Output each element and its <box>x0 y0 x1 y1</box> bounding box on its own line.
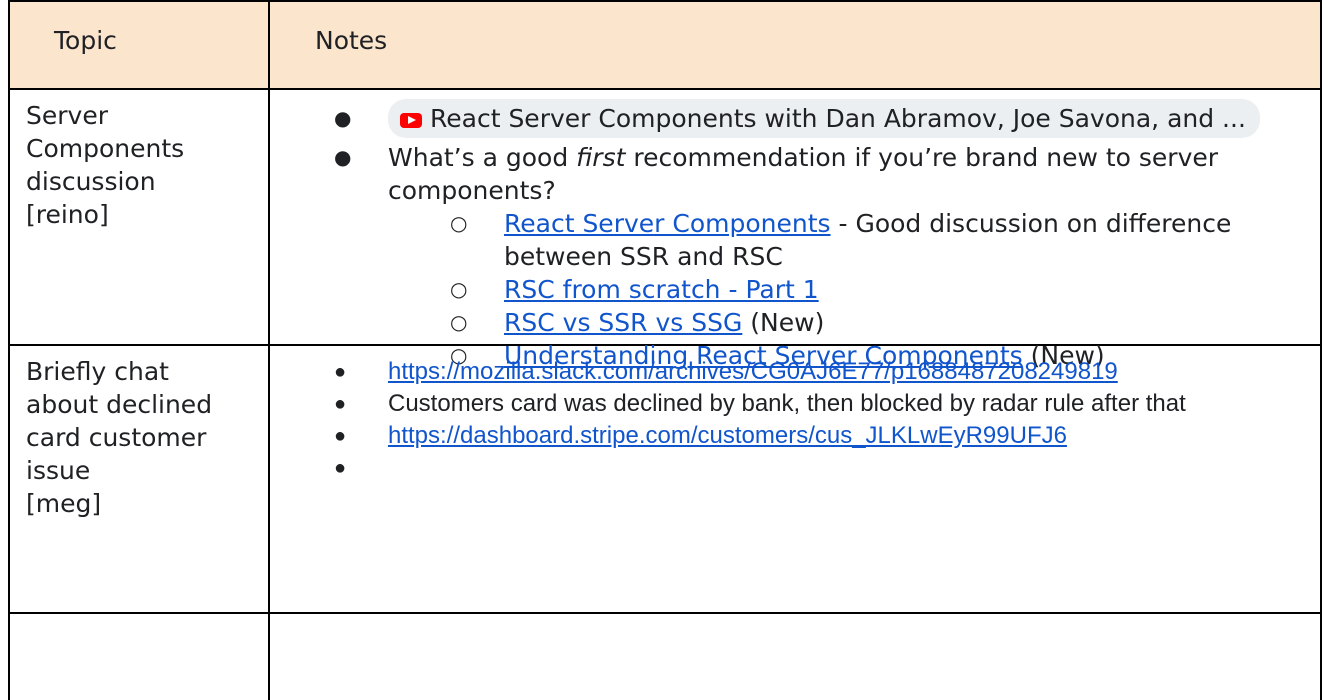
header-notes: Notes <box>315 26 388 55</box>
notes-list: React Server Components with Dan Abramov… <box>330 99 1310 372</box>
link-react-server-components[interactable]: React Server Components <box>504 209 831 238</box>
list-item: https://dashboard.stripe.com/customers/c… <box>330 420 1310 452</box>
notes-list: https://mozilla.slack.com/archives/CG0AJ… <box>330 356 1310 484</box>
header-topic: Topic <box>54 26 117 55</box>
link-rsc-from-scratch[interactable]: RSC from scratch - Part 1 <box>504 275 819 304</box>
row-notes: React Server Components with Dan Abramov… <box>330 99 1310 372</box>
table-divider <box>8 612 1322 614</box>
youtube-smart-chip[interactable]: React Server Components with Dan Abramov… <box>388 99 1260 138</box>
list-item[interactable] <box>330 452 1310 484</box>
list-item: RSC vs SSR vs SSG (New) <box>446 306 1310 339</box>
row-topic: Briefly chat about declined card custome… <box>26 357 213 518</box>
list-item: React Server Components - Good discussio… <box>446 207 1310 273</box>
row-topic: Server Components discussion [reino] <box>26 101 185 229</box>
slack-link[interactable]: https://mozilla.slack.com/archives/CG0AJ… <box>388 358 1118 385</box>
table-border-right <box>1320 0 1322 700</box>
resource-list: React Server Components - Good discussio… <box>446 207 1310 372</box>
table-border-top <box>8 0 1322 2</box>
list-item: What’s a good first recommendation if yo… <box>330 141 1310 372</box>
list-item: Customers card was declined by bank, the… <box>330 388 1310 420</box>
list-item: RSC from scratch - Part 1 <box>446 273 1310 306</box>
table-border-left <box>8 0 10 700</box>
link-rsc-vs-ssr-vs-ssg[interactable]: RSC vs SSR vs SSG <box>504 308 742 337</box>
row-notes: https://mozilla.slack.com/archives/CG0AJ… <box>330 356 1310 484</box>
notes-table: Topic Notes Server Components discussion… <box>8 0 1322 700</box>
table-header <box>8 0 1322 90</box>
note-text: Customers card was declined by bank, the… <box>388 390 1186 417</box>
table-column-divider <box>268 0 270 700</box>
question-emphasis: first <box>576 143 626 172</box>
list-item: React Server Components with Dan Abramov… <box>330 99 1310 138</box>
link-note: (New) <box>742 308 825 337</box>
stripe-link[interactable]: https://dashboard.stripe.com/customers/c… <box>388 422 1067 449</box>
chip-label: React Server Components with Dan Abramov… <box>430 104 1246 133</box>
question-text: What’s a good <box>388 143 577 172</box>
table-divider <box>8 88 1322 90</box>
list-item: https://mozilla.slack.com/archives/CG0AJ… <box>330 356 1310 388</box>
youtube-icon <box>400 113 422 128</box>
